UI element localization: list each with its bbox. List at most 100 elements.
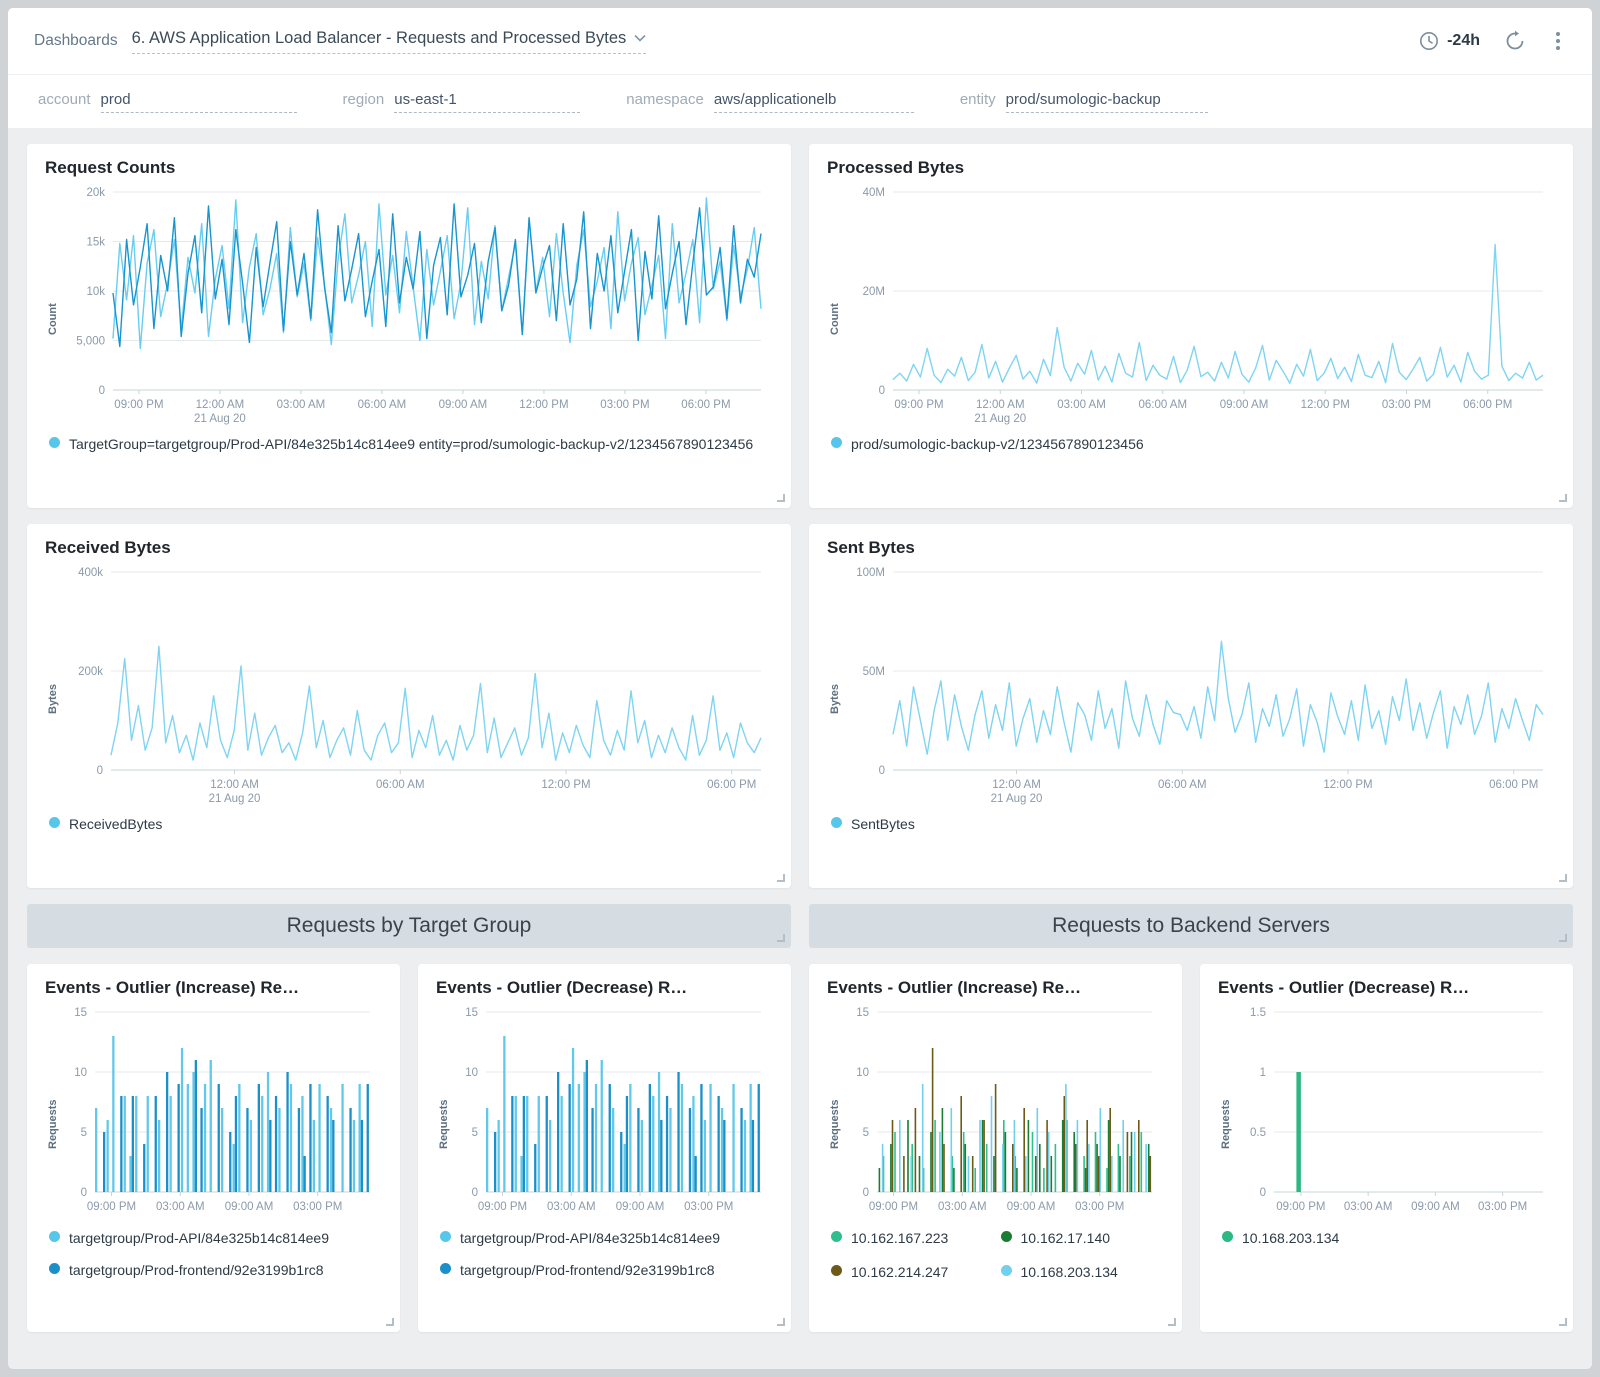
- svg-text:03:00 PM: 03:00 PM: [293, 1201, 342, 1213]
- panel-title: Events - Outlier (Increase) Re…: [827, 978, 1164, 998]
- svg-text:15: 15: [856, 1007, 869, 1019]
- legend-item: 10.162.214.247: [831, 1262, 995, 1282]
- resize-handle[interactable]: [1559, 494, 1567, 502]
- legend-item: 10.162.167.223: [831, 1228, 995, 1248]
- legend-label: targetgroup/Prod-frontend/92e3199b1rc8: [460, 1260, 715, 1280]
- svg-text:09:00 PM: 09:00 PM: [894, 399, 943, 411]
- more-menu-button[interactable]: [1550, 28, 1566, 54]
- y-axis-label: Count: [827, 184, 843, 428]
- resize-handle[interactable]: [777, 934, 785, 942]
- resize-handle[interactable]: [777, 1318, 785, 1326]
- page-title: 6. AWS Application Load Balancer - Reque…: [132, 29, 627, 48]
- svg-text:0: 0: [81, 1187, 87, 1199]
- legend-item: 10.168.203.134: [1001, 1262, 1165, 1282]
- filter-region: region us-east-1: [343, 91, 581, 113]
- svg-text:5: 5: [81, 1127, 87, 1139]
- legend-dot: [440, 1263, 451, 1274]
- legend-dot: [831, 1231, 842, 1242]
- sent-bytes-chart: 050M100M12:00 AM21 Aug 2006:00 AM12:00 P…: [843, 564, 1555, 808]
- panel-title: Request Counts: [45, 158, 773, 178]
- svg-text:12:00 AM: 12:00 AM: [196, 399, 245, 411]
- panel-title: Events - Outlier (Decrease) R…: [1218, 978, 1555, 998]
- legend-item: prod/sumologic-backup-v2/123456789012345…: [831, 434, 1555, 454]
- legend-dot: [831, 817, 842, 828]
- legend-item: 10.162.17.140: [1001, 1228, 1165, 1248]
- processed-bytes-chart: 020M40M09:00 PM12:00 AM21 Aug 2003:00 AM…: [843, 184, 1555, 428]
- resize-handle[interactable]: [1559, 934, 1567, 942]
- filter-namespace: namespace aws/applicationelb: [626, 91, 914, 113]
- legend-dot: [49, 1231, 60, 1242]
- legend-item: ReceivedBytes: [49, 814, 773, 834]
- filter-namespace-value[interactable]: aws/applicationelb: [714, 91, 914, 113]
- legend: TargetGroup=targetgroup/Prod-API/84e325b…: [45, 434, 773, 454]
- received-bytes-chart: 0200k400k12:00 AM21 Aug 2006:00 AM12:00 …: [61, 564, 773, 808]
- svg-text:09:00 AM: 09:00 AM: [1220, 399, 1269, 411]
- svg-text:06:00 AM: 06:00 AM: [358, 399, 407, 411]
- resize-handle[interactable]: [1559, 874, 1567, 882]
- section-header-text: Requests to Backend Servers: [1052, 914, 1330, 938]
- svg-text:0: 0: [863, 1187, 869, 1199]
- filter-region-value[interactable]: us-east-1: [394, 91, 580, 113]
- legend-dot: [1001, 1265, 1012, 1276]
- resize-handle[interactable]: [386, 1318, 394, 1326]
- svg-text:12:00 PM: 12:00 PM: [519, 399, 568, 411]
- top-bar: Dashboards 6. AWS Application Load Balan…: [8, 8, 1592, 74]
- panel-sent-bytes: Sent Bytes Bytes 050M100M12:00 AM21 Aug …: [809, 524, 1573, 888]
- svg-text:100M: 100M: [856, 567, 885, 579]
- section-header-backend-servers: Requests to Backend Servers: [809, 904, 1573, 948]
- svg-text:15: 15: [465, 1007, 478, 1019]
- panel-title: Received Bytes: [45, 538, 773, 558]
- svg-text:20M: 20M: [863, 286, 885, 298]
- svg-text:12:00 AM: 12:00 AM: [976, 399, 1025, 411]
- filter-bar: account prod region us-east-1 namespace …: [8, 74, 1592, 128]
- panel-title: Events - Outlier (Increase) Re…: [45, 978, 382, 998]
- svg-text:06:00 AM: 06:00 AM: [1158, 779, 1207, 791]
- svg-text:03:00 AM: 03:00 AM: [156, 1201, 205, 1213]
- svg-text:03:00 PM: 03:00 PM: [600, 399, 649, 411]
- filter-account: account prod: [38, 91, 297, 113]
- panel-request-counts: Request Counts Count 05,00010k15k20k09:0…: [27, 144, 791, 508]
- time-range-button[interactable]: -24h: [1419, 31, 1480, 51]
- legend-label: TargetGroup=targetgroup/Prod-API/84e325b…: [69, 434, 753, 454]
- resize-handle[interactable]: [777, 494, 785, 502]
- y-axis-label: Requests: [827, 1004, 843, 1218]
- filter-entity-value[interactable]: prod/sumologic-backup: [1006, 91, 1208, 113]
- svg-text:12:00 PM: 12:00 PM: [541, 779, 590, 791]
- legend-item: TargetGroup=targetgroup/Prod-API/84e325b…: [49, 434, 773, 454]
- legend: ReceivedBytes: [45, 814, 773, 834]
- y-axis-label: Requests: [436, 1004, 452, 1218]
- legend: prod/sumologic-backup-v2/123456789012345…: [827, 434, 1555, 454]
- legend-item: targetgroup/Prod-API/84e325b14c814ee9: [440, 1228, 773, 1248]
- legend-label: targetgroup/Prod-frontend/92e3199b1rc8: [69, 1260, 324, 1280]
- legend-dot: [1222, 1231, 1233, 1242]
- svg-text:15k: 15k: [86, 237, 105, 249]
- svg-text:03:00 PM: 03:00 PM: [1382, 399, 1431, 411]
- legend-dot: [49, 817, 60, 828]
- svg-text:12:00 AM: 12:00 AM: [992, 779, 1041, 791]
- svg-text:06:00 PM: 06:00 PM: [681, 399, 730, 411]
- refresh-button[interactable]: [1504, 30, 1526, 52]
- svg-text:03:00 AM: 03:00 AM: [1057, 399, 1106, 411]
- svg-text:10: 10: [856, 1067, 869, 1079]
- svg-text:09:00 AM: 09:00 AM: [1411, 1201, 1460, 1213]
- svg-text:0: 0: [99, 385, 105, 397]
- legend-label: prod/sumologic-backup-v2/123456789012345…: [851, 434, 1144, 454]
- resize-handle[interactable]: [1168, 1318, 1176, 1326]
- svg-text:12:00 PM: 12:00 PM: [1301, 399, 1350, 411]
- resize-handle[interactable]: [1559, 1318, 1567, 1326]
- breadcrumb[interactable]: Dashboards: [34, 32, 118, 50]
- svg-text:21 Aug 20: 21 Aug 20: [209, 793, 261, 805]
- panel-title: Sent Bytes: [827, 538, 1555, 558]
- legend-dot: [49, 437, 60, 448]
- resize-handle[interactable]: [777, 874, 785, 882]
- svg-text:09:00 AM: 09:00 AM: [439, 399, 488, 411]
- svg-text:06:00 PM: 06:00 PM: [1489, 779, 1538, 791]
- filter-account-value[interactable]: prod: [101, 91, 297, 113]
- svg-text:10: 10: [465, 1067, 478, 1079]
- filter-label: entity: [960, 91, 996, 108]
- svg-text:03:00 AM: 03:00 AM: [547, 1201, 596, 1213]
- dashboard-title-dropdown[interactable]: 6. AWS Application Load Balancer - Reque…: [132, 29, 647, 54]
- legend-dot: [831, 437, 842, 448]
- y-axis-label: Bytes: [45, 564, 61, 808]
- svg-text:0.5: 0.5: [1250, 1127, 1266, 1139]
